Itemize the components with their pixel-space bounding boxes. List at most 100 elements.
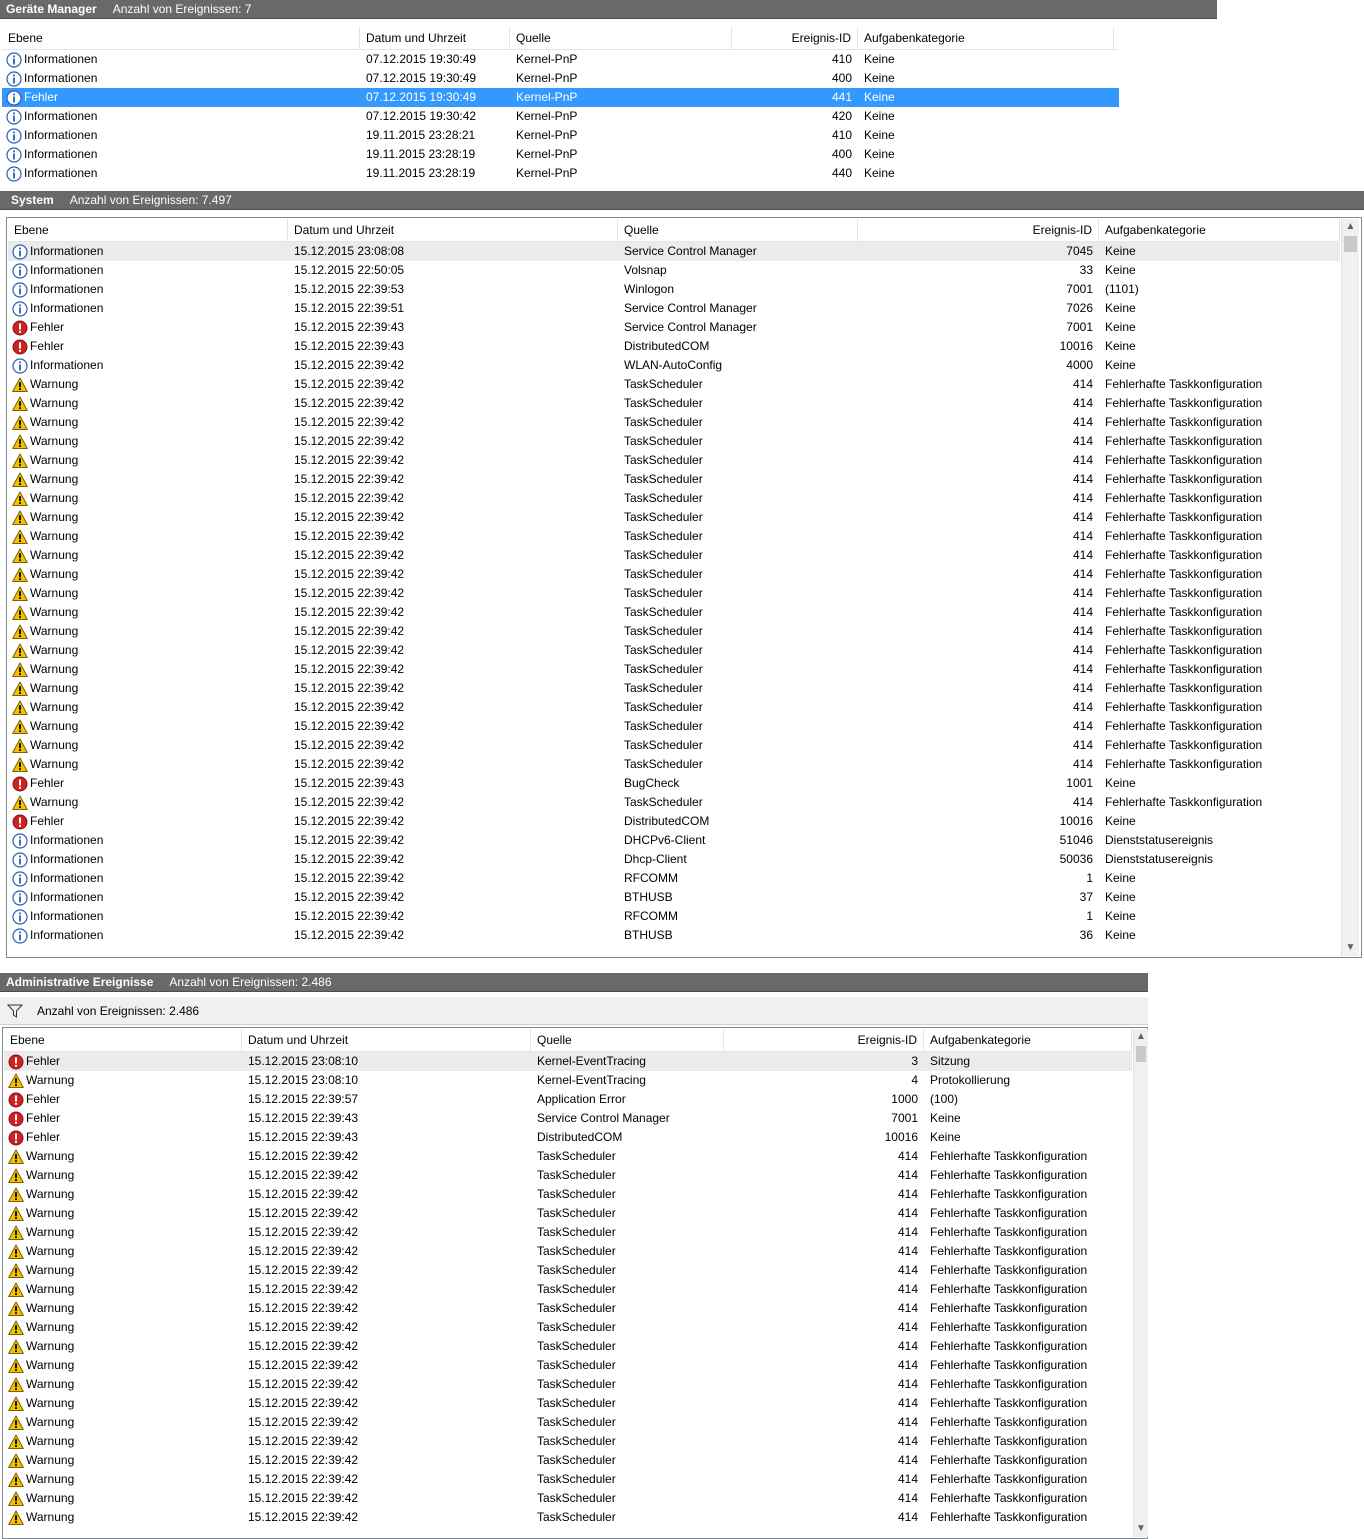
table-row[interactable]: Informationen 15.12.2015 22:39:42 DHCPv6-C… [8, 831, 1340, 850]
table-row[interactable]: Warnung 15.12.2015 22:39:42 TaskScheduler 4… [8, 375, 1340, 394]
cell-date: 15.12.2015 22:39:42 [248, 1206, 359, 1220]
table-row[interactable]: Warnung 15.12.2015 22:39:42 TaskScheduler 4… [8, 451, 1340, 470]
table-row[interactable]: Warnung 15.12.2015 22:39:42 TaskScheduler 4… [4, 1147, 1132, 1166]
column-header-quelle[interactable]: Quelle [510, 27, 732, 49]
table-row[interactable]: Warnung 15.12.2015 22:39:42 TaskScheduler 4… [8, 755, 1340, 774]
table-row[interactable]: Informationen 15.12.2015 22:39:42 RFCOMM 1 K… [8, 869, 1340, 888]
table-row[interactable]: Fehler 15.12.2015 23:08:10 Kernel-EventTra… [4, 1052, 1132, 1071]
table-row[interactable]: Warnung 15.12.2015 22:39:42 TaskScheduler 4… [4, 1470, 1132, 1489]
table-row[interactable]: Informationen 19.11.2015 23:28:19 Kernel-P… [2, 145, 1119, 164]
table-row[interactable]: Informationen 07.12.2015 19:30:42 Kernel-P… [2, 107, 1119, 126]
table-row[interactable]: Warnung 15.12.2015 22:39:42 TaskScheduler 4… [8, 660, 1340, 679]
table-row[interactable]: Warnung 15.12.2015 22:39:42 TaskScheduler 4… [4, 1261, 1132, 1280]
table-row[interactable]: Warnung 15.12.2015 22:39:42 TaskScheduler 4… [8, 394, 1340, 413]
table-row[interactable]: Warnung 15.12.2015 22:39:42 TaskScheduler 4… [4, 1223, 1132, 1242]
table-row[interactable]: Warnung 15.12.2015 22:39:42 TaskScheduler 4… [8, 432, 1340, 451]
column-header-aufgabenkategorie[interactable]: Aufgabenkategorie [924, 1029, 1132, 1051]
vertical-scrollbar[interactable]: ▲ ▼ [1341, 219, 1359, 956]
table-row[interactable]: Warnung 15.12.2015 22:39:42 TaskScheduler 4… [8, 793, 1340, 812]
table-row[interactable]: Informationen 15.12.2015 22:39:42 BTHUSB 36… [8, 926, 1340, 945]
table-row[interactable]: Warnung 15.12.2015 22:39:42 TaskScheduler 4… [4, 1489, 1132, 1508]
table-row[interactable]: Warnung 15.12.2015 22:39:42 TaskScheduler 4… [4, 1299, 1132, 1318]
table-row[interactable]: Warnung 15.12.2015 22:39:42 TaskScheduler 4… [8, 413, 1340, 432]
column-header-datum[interactable]: Datum und Uhrzeit [288, 219, 618, 241]
table-row[interactable]: Warnung 15.12.2015 22:39:42 TaskScheduler 4… [4, 1204, 1132, 1223]
warning-icon [12, 624, 28, 640]
table-row[interactable]: Warnung 15.12.2015 22:39:42 TaskScheduler 4… [4, 1337, 1132, 1356]
vertical-scrollbar[interactable]: ▲ ▼ [1133, 1029, 1148, 1537]
filter-icon[interactable] [6, 1004, 24, 1018]
scroll-up-icon[interactable]: ▲ [1134, 1029, 1148, 1045]
column-header-ereignis-id[interactable]: Ereignis-ID [724, 1029, 924, 1051]
table-row[interactable]: Warnung 15.12.2015 22:39:42 TaskScheduler 4… [4, 1280, 1132, 1299]
table-row[interactable]: Fehler 15.12.2015 22:39:43 DistributedCOM 1… [4, 1128, 1132, 1147]
table-row[interactable]: Warnung 15.12.2015 23:08:10 Kernel-EventTr… [4, 1071, 1132, 1090]
column-header-quelle[interactable]: Quelle [531, 1029, 724, 1051]
scrollbar-thumb[interactable] [1344, 236, 1357, 252]
cell-source: TaskScheduler [624, 396, 703, 410]
table-row[interactable]: Informationen 07.12.2015 19:30:49 Kernel-P… [2, 50, 1119, 69]
table-row[interactable]: Warnung 15.12.2015 22:39:42 TaskScheduler 4… [8, 717, 1340, 736]
table-row[interactable]: Informationen 15.12.2015 22:50:05 Volsnap 3… [8, 261, 1340, 280]
table-row[interactable]: Fehler 15.12.2015 22:39:42 DistributedCOM 1… [8, 812, 1340, 831]
column-header-quelle[interactable]: Quelle [618, 219, 858, 241]
table-row[interactable]: Informationen 15.12.2015 22:39:51 Service … [8, 299, 1340, 318]
column-header-ebene[interactable]: Ebene [8, 219, 288, 241]
column-header-datum[interactable]: Datum und Uhrzeit [242, 1029, 531, 1051]
table-row[interactable]: Informationen 15.12.2015 22:39:42 WLAN-Aut… [8, 356, 1340, 375]
table-row[interactable]: Warnung 15.12.2015 22:39:42 TaskScheduler 4… [4, 1318, 1132, 1337]
scroll-down-icon[interactable]: ▼ [1134, 1521, 1148, 1537]
table-row[interactable]: Fehler 15.12.2015 22:39:43 BugCheck 1001 Kei… [8, 774, 1340, 793]
table-row[interactable]: Informationen 19.11.2015 23:28:21 Kernel-P… [2, 126, 1119, 145]
column-header-ereignis-id[interactable]: Ereignis-ID [858, 219, 1099, 241]
table-row[interactable]: Informationen 19.11.2015 23:28:19 Kernel-P… [2, 164, 1119, 183]
scrollbar-thumb[interactable] [1136, 1046, 1146, 1062]
column-header-aufgabenkategorie[interactable]: Aufgabenkategorie [1099, 219, 1340, 241]
table-row[interactable]: Informationen 15.12.2015 22:39:42 BTHUSB 37… [8, 888, 1340, 907]
table-row[interactable]: Informationen 15.12.2015 23:08:08 Service … [8, 242, 1340, 261]
table-row[interactable]: Warnung 15.12.2015 22:39:42 TaskScheduler 4… [4, 1375, 1132, 1394]
table-row[interactable]: Warnung 15.12.2015 22:39:42 TaskScheduler 4… [4, 1166, 1132, 1185]
table-row[interactable]: Informationen 15.12.2015 22:39:53 Winlogon… [8, 280, 1340, 299]
table-row[interactable]: Warnung 15.12.2015 22:39:42 TaskScheduler 4… [8, 736, 1340, 755]
table-row[interactable]: Warnung 15.12.2015 22:39:42 TaskScheduler 4… [8, 679, 1340, 698]
table-row[interactable]: Warnung 15.12.2015 22:39:42 TaskScheduler 4… [8, 546, 1340, 565]
scroll-up-icon[interactable]: ▲ [1342, 219, 1359, 235]
column-header-ebene[interactable]: Ebene [2, 27, 360, 49]
table-row[interactable]: Warnung 15.12.2015 22:39:42 TaskScheduler 4… [8, 508, 1340, 527]
table-row[interactable]: Fehler 07.12.2015 19:30:49 Kernel-PnP 441 Ke… [2, 88, 1119, 107]
table-row[interactable]: Informationen 15.12.2015 22:39:42 Dhcp-Cli… [8, 850, 1340, 869]
table-row[interactable]: Warnung 15.12.2015 22:39:42 TaskScheduler 4… [8, 584, 1340, 603]
cell-date: 15.12.2015 23:08:10 [248, 1073, 359, 1087]
table-row[interactable]: Warnung 15.12.2015 22:39:42 TaskScheduler 4… [8, 565, 1340, 584]
table-row[interactable]: Warnung 15.12.2015 22:39:42 TaskScheduler 4… [4, 1356, 1132, 1375]
table-row[interactable]: Fehler 15.12.2015 22:39:43 Service Control… [4, 1109, 1132, 1128]
cell-source: BTHUSB [624, 928, 673, 942]
column-header-aufgabenkategorie[interactable]: Aufgabenkategorie [858, 27, 1114, 49]
table-row[interactable]: Warnung 15.12.2015 22:39:42 TaskScheduler 4… [4, 1432, 1132, 1451]
table-row[interactable]: Warnung 15.12.2015 22:39:42 TaskScheduler 4… [4, 1185, 1132, 1204]
column-header-ebene[interactable]: Ebene [4, 1029, 242, 1051]
table-row[interactable]: Fehler 15.12.2015 22:39:43 Service Control… [8, 318, 1340, 337]
table-row[interactable]: Warnung 15.12.2015 22:39:42 TaskScheduler 4… [8, 527, 1340, 546]
table-row[interactable]: Warnung 15.12.2015 22:39:42 TaskScheduler 4… [8, 698, 1340, 717]
table-row[interactable]: Fehler 15.12.2015 22:39:43 DistributedCOM 1… [8, 337, 1340, 356]
table-row[interactable]: Warnung 15.12.2015 22:39:42 TaskScheduler 4… [4, 1413, 1132, 1432]
table-row[interactable]: Warnung 15.12.2015 22:39:42 TaskScheduler 4… [8, 622, 1340, 641]
cell-event-id: 414 [1072, 434, 1093, 448]
column-header-ereignis-id[interactable]: Ereignis-ID [732, 27, 858, 49]
table-row[interactable]: Warnung 15.12.2015 22:39:42 TaskScheduler 4… [4, 1451, 1132, 1470]
level-label: Informationen [24, 147, 98, 161]
column-header-datum[interactable]: Datum und Uhrzeit [360, 27, 510, 49]
scroll-down-icon[interactable]: ▼ [1342, 940, 1359, 956]
table-row[interactable]: Warnung 15.12.2015 22:39:42 TaskScheduler 4… [8, 641, 1340, 660]
table-row[interactable]: Fehler 15.12.2015 22:39:57 Application Err… [4, 1090, 1132, 1109]
table-row[interactable]: Warnung 15.12.2015 22:39:42 TaskScheduler 4… [8, 603, 1340, 622]
table-row[interactable]: Warnung 15.12.2015 22:39:42 TaskScheduler 4… [8, 489, 1340, 508]
table-row[interactable]: Warnung 15.12.2015 22:39:42 TaskScheduler 4… [4, 1394, 1132, 1413]
table-row[interactable]: Informationen 07.12.2015 19:30:49 Kernel-P… [2, 69, 1119, 88]
table-row[interactable]: Warnung 15.12.2015 22:39:42 TaskScheduler 4… [4, 1508, 1132, 1527]
table-row[interactable]: Warnung 15.12.2015 22:39:42 TaskScheduler 4… [8, 470, 1340, 489]
table-row[interactable]: Warnung 15.12.2015 22:39:42 TaskScheduler 4… [4, 1242, 1132, 1261]
table-row[interactable]: Informationen 15.12.2015 22:39:42 RFCOMM 1 K… [8, 907, 1340, 926]
